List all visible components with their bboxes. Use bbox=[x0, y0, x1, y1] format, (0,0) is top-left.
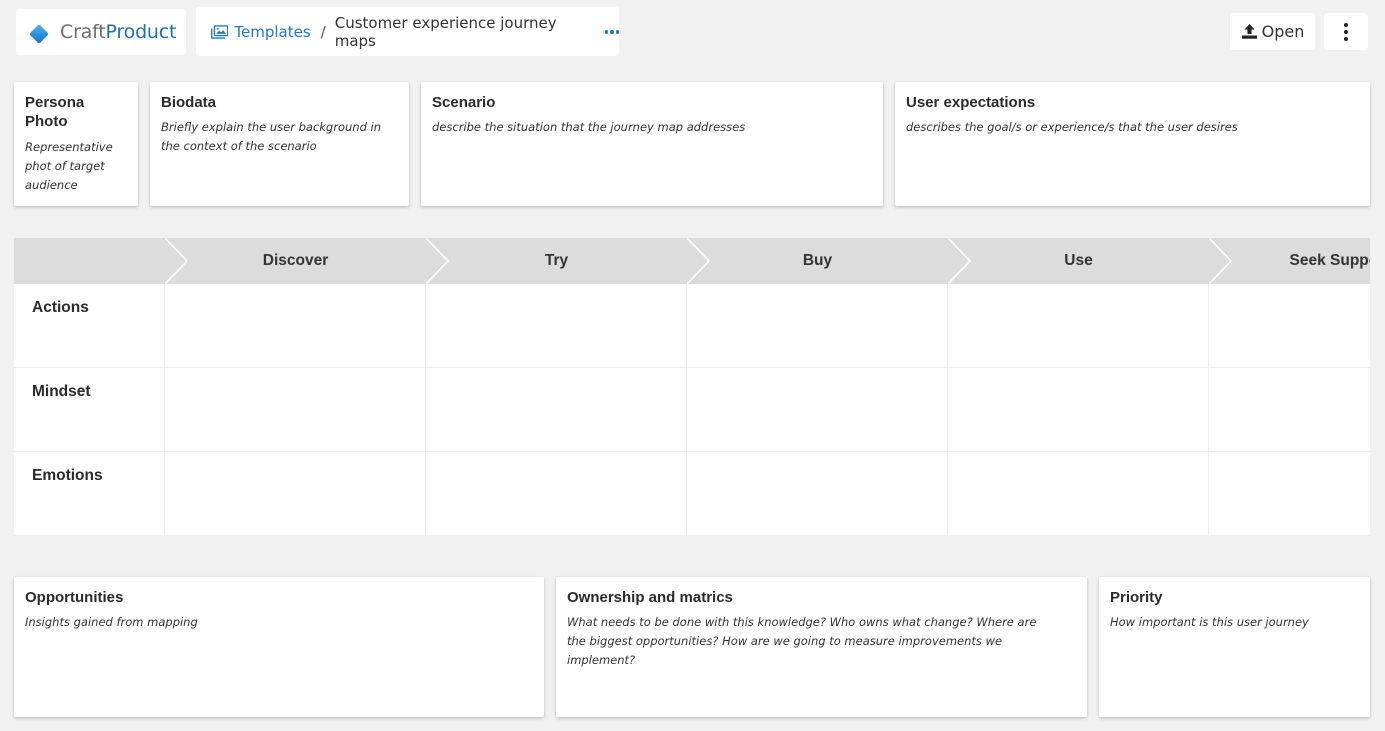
card-description: describes the goal/s or experience/s tha… bbox=[906, 120, 1238, 134]
card-title: User expectations bbox=[906, 94, 1036, 111]
card-title: Priority bbox=[1110, 589, 1163, 606]
journey-cell[interactable] bbox=[426, 452, 686, 535]
ownership-metrics-card[interactable]: Ownership and matrics What needs to be d… bbox=[556, 577, 1087, 717]
priority-card[interactable]: Priority How important is this user jour… bbox=[1099, 577, 1370, 717]
row-label-mindset: Mindset bbox=[32, 383, 91, 400]
journey-cell[interactable] bbox=[1209, 284, 1370, 367]
breadcrumb-separator: / bbox=[320, 22, 326, 41]
journey-cell[interactable] bbox=[426, 284, 686, 367]
breadcrumb-current: Customer experience journey maps bbox=[334, 13, 557, 50]
biodata-card[interactable]: Biodata Briefly explain the user backgro… bbox=[150, 82, 409, 206]
stage-seek-support[interactable]: Seek Support bbox=[1209, 238, 1370, 284]
journey-cell[interactable] bbox=[948, 368, 1208, 451]
ellipsis-icon[interactable] bbox=[604, 30, 619, 34]
journey-cell[interactable] bbox=[948, 452, 1208, 535]
card-title: Opportunities bbox=[25, 589, 124, 606]
journey-cell[interactable] bbox=[1209, 368, 1370, 451]
card-description: Representative phot of target audience bbox=[25, 140, 113, 192]
persona-photo-card[interactable]: Persona Photo Representative phot of tar… bbox=[14, 82, 138, 206]
journey-cell[interactable] bbox=[687, 368, 947, 451]
stage-try[interactable]: Try bbox=[426, 238, 687, 284]
opportunities-card[interactable]: Opportunities Insights gained from mappi… bbox=[14, 577, 544, 717]
user-expectations-card[interactable]: User expectations describes the goal/s o… bbox=[895, 82, 1370, 206]
logo-diamond-icon bbox=[29, 23, 49, 44]
stage-use[interactable]: Use bbox=[948, 238, 1209, 284]
vertical-ellipsis-icon bbox=[1344, 22, 1348, 27]
open-button[interactable]: Open bbox=[1230, 13, 1315, 50]
journey-cell[interactable] bbox=[1209, 452, 1370, 535]
row-label-actions: Actions bbox=[32, 299, 89, 316]
card-title: Ownership and matrics bbox=[567, 589, 733, 606]
card-title: Scenario bbox=[432, 94, 496, 111]
journey-cell[interactable] bbox=[165, 284, 425, 367]
card-description: Briefly explain the user background in t… bbox=[161, 120, 382, 153]
stage-buy[interactable]: Buy bbox=[687, 238, 948, 284]
images-icon bbox=[211, 24, 229, 39]
upload-icon bbox=[1241, 24, 1257, 39]
row-label-emotions: Emotions bbox=[32, 467, 103, 484]
journey-cell[interactable] bbox=[165, 452, 425, 535]
app-logo[interactable]: CraftProduct bbox=[16, 9, 186, 55]
stage-discover[interactable]: Discover bbox=[165, 238, 426, 284]
journey-cell[interactable] bbox=[687, 284, 947, 367]
card-description: What needs to be done with this knowledg… bbox=[567, 615, 1037, 667]
journey-cell[interactable] bbox=[948, 284, 1208, 367]
breadcrumb-templates-link[interactable]: Templates bbox=[234, 23, 310, 41]
breadcrumb: Templates / Customer experience journey … bbox=[196, 7, 619, 56]
more-menu-button[interactable] bbox=[1324, 13, 1368, 50]
card-description: How important is this user journey bbox=[1110, 615, 1309, 629]
logo-text: CraftProduct bbox=[60, 21, 177, 43]
journey-cell[interactable] bbox=[687, 452, 947, 535]
card-title: Biodata bbox=[161, 94, 217, 111]
card-title: Persona Photo bbox=[25, 94, 85, 130]
card-description: describe the situation that the journey … bbox=[432, 120, 746, 134]
card-description: Insights gained from mapping bbox=[25, 615, 198, 629]
open-button-label: Open bbox=[1261, 22, 1305, 41]
journey-cell[interactable] bbox=[165, 368, 425, 451]
journey-map-grid: Discover Try Buy Use Seek Support Action… bbox=[14, 238, 1370, 535]
scenario-card[interactable]: Scenario describe the situation that the… bbox=[421, 82, 883, 206]
journey-cell[interactable] bbox=[426, 368, 686, 451]
